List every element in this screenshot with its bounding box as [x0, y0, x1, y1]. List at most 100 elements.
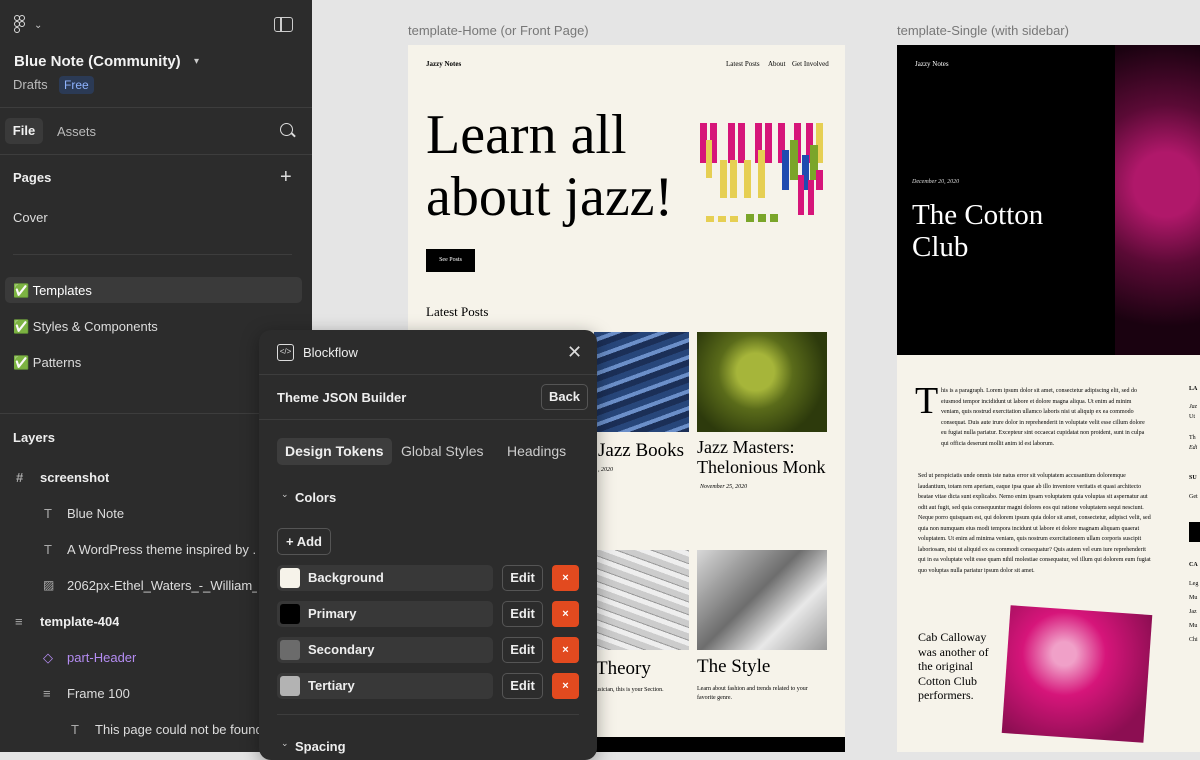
post-title: Thelonious Monk — [697, 457, 826, 477]
auto-layout-icon: ≡ — [15, 614, 23, 629]
frame-label[interactable]: template-Home (or Front Page) — [408, 23, 589, 38]
text-icon: T — [44, 542, 52, 557]
color-row-primary[interactable]: Primary — [277, 601, 493, 627]
layer-item[interactable]: Blue Note — [67, 506, 124, 521]
close-icon[interactable]: ✕ — [567, 342, 582, 363]
subscribe-button[interactable] — [1189, 522, 1200, 542]
divider — [259, 419, 597, 420]
paragraph-2: Sed ut perspiciatis unde omnis iste natu… — [918, 473, 1151, 574]
color-row-secondary[interactable]: Secondary — [277, 637, 493, 663]
toggle-sidebar-icon[interactable] — [274, 17, 293, 32]
layer-item[interactable]: Frame 100 — [67, 686, 130, 701]
blockflow-plugin-window[interactable]: </> Blockflow ✕ Theme JSON Builder Back … — [259, 330, 597, 760]
page-item-styles-components[interactable]: ✅ Styles & Components — [13, 319, 158, 335]
back-button[interactable]: Back — [541, 384, 588, 410]
chevron-down-icon[interactable]: ⌄ — [281, 489, 289, 500]
piano-keys-illustration — [700, 123, 823, 222]
edit-button[interactable]: Edit — [502, 637, 543, 663]
pages-heading: Pages — [13, 170, 52, 185]
post-date: November 25, 2020 — [700, 484, 748, 490]
frame-label[interactable]: template-Single (with sidebar) — [897, 23, 1069, 38]
sidebar-fragment: LA — [1189, 386, 1198, 392]
color-swatch[interactable] — [280, 604, 300, 624]
post-title: The Style — [697, 656, 771, 677]
colors-heading[interactable]: Colors — [295, 490, 336, 505]
layer-item[interactable]: part-Header — [67, 650, 136, 665]
main-menu-button[interactable]: ⌄ — [14, 15, 42, 35]
add-page-icon[interactable]: + — [280, 167, 292, 187]
post-image-style — [697, 550, 827, 650]
color-row-background[interactable]: Background — [277, 565, 493, 591]
divider — [277, 714, 579, 715]
tab-file[interactable]: File — [5, 118, 43, 144]
layer-item[interactable]: A WordPress theme inspired by ... — [67, 542, 257, 557]
chevron-down-icon[interactable]: ⌄ — [281, 738, 289, 749]
post-image-jazz-books — [594, 332, 689, 432]
sidebar-fragment: Chi — [1189, 637, 1198, 643]
page-item-templates[interactable]: ✅ Templates — [13, 283, 92, 299]
color-name: Primary — [308, 606, 357, 621]
sidebar-fragment: Edi — [1189, 445, 1198, 451]
divider — [0, 154, 312, 155]
search-icon[interactable] — [280, 123, 293, 136]
post-title: Jazz Masters: — [697, 437, 795, 457]
plugin-title: Blockflow — [303, 345, 358, 360]
delete-button[interactable]: × — [552, 601, 579, 627]
code-icon: </> — [277, 344, 294, 361]
latest-posts-heading: Latest Posts — [426, 304, 489, 319]
hero-title-line2: about jazz! — [426, 166, 674, 228]
layer-item[interactable]: template-404 — [40, 614, 119, 629]
drop-cap: T — [915, 380, 939, 422]
edit-button[interactable]: Edit — [502, 565, 543, 591]
divider — [259, 374, 597, 375]
edit-button[interactable]: Edit — [502, 601, 543, 627]
page-item-cover[interactable]: Cover — [13, 210, 48, 225]
post-title: Club — [912, 231, 969, 263]
nav-about: About — [768, 60, 786, 68]
sidebar-fragment: Mu — [1189, 623, 1198, 629]
tab-assets[interactable]: Assets — [57, 124, 96, 139]
text-icon: T — [71, 722, 79, 737]
file-title[interactable]: Blue Note (Community) — [14, 53, 181, 70]
tab-global-styles[interactable]: Global Styles — [393, 438, 491, 465]
post-image-theory — [594, 550, 689, 650]
add-color-button[interactable]: + Add — [277, 528, 331, 555]
post-date: , 2020 — [598, 467, 613, 473]
delete-button[interactable]: × — [552, 637, 579, 663]
edit-button[interactable]: Edit — [502, 673, 543, 699]
plan-badge: Free — [59, 76, 94, 94]
tab-design-tokens[interactable]: Design Tokens — [277, 438, 392, 465]
sidebar-fragment: SU — [1189, 475, 1197, 481]
post-title: Jazz Books — [598, 440, 685, 461]
color-swatch[interactable] — [280, 640, 300, 660]
sidebar-fragment: Mu — [1189, 595, 1198, 601]
section-title: Theme JSON Builder — [277, 390, 407, 405]
layer-item[interactable]: screenshot — [40, 470, 109, 485]
nav-latest-posts: Latest Posts — [726, 60, 760, 68]
layer-item[interactable]: 2062px-Ethel_Waters_-_William_... — [67, 578, 257, 593]
chevron-down-icon: ⌄ — [34, 19, 43, 31]
drafts-label[interactable]: Drafts — [13, 77, 48, 92]
template-single-frame[interactable]: Jazzy Notes December 20, 2020 The Cotton… — [897, 45, 1200, 752]
tab-headings[interactable]: Headings — [499, 438, 574, 465]
paragraph-1: his is a paragraph. Lorem ipsum dolor si… — [941, 388, 1145, 447]
delete-button[interactable]: × — [552, 565, 579, 591]
layer-item[interactable]: This page could not be found — [95, 722, 260, 737]
color-row-tertiary[interactable]: Tertiary — [277, 673, 493, 699]
sidebar-fragment: Leg — [1189, 581, 1199, 587]
see-posts-button[interactable]: See Posts — [426, 249, 475, 272]
hero-title-line1: Learn all — [426, 104, 627, 166]
nav-get-involved: Get Involved — [792, 60, 829, 68]
sidebar-fragment: Jaz — [1189, 404, 1197, 410]
chevron-down-icon[interactable]: ▾ — [194, 56, 199, 67]
layers-heading: Layers — [13, 430, 55, 445]
color-swatch[interactable] — [280, 676, 300, 696]
color-swatch[interactable] — [280, 568, 300, 588]
color-name: Secondary — [308, 642, 375, 657]
site-name: Jazzy Notes — [426, 60, 462, 68]
sidebar-fragment: Get — [1189, 494, 1198, 500]
delete-button[interactable]: × — [552, 673, 579, 699]
post-excerpt: usician, this is your Section. — [596, 687, 664, 693]
image-caption: Cab Calloway was another of the original… — [918, 630, 989, 702]
page-item-patterns[interactable]: ✅ Patterns — [13, 355, 81, 371]
